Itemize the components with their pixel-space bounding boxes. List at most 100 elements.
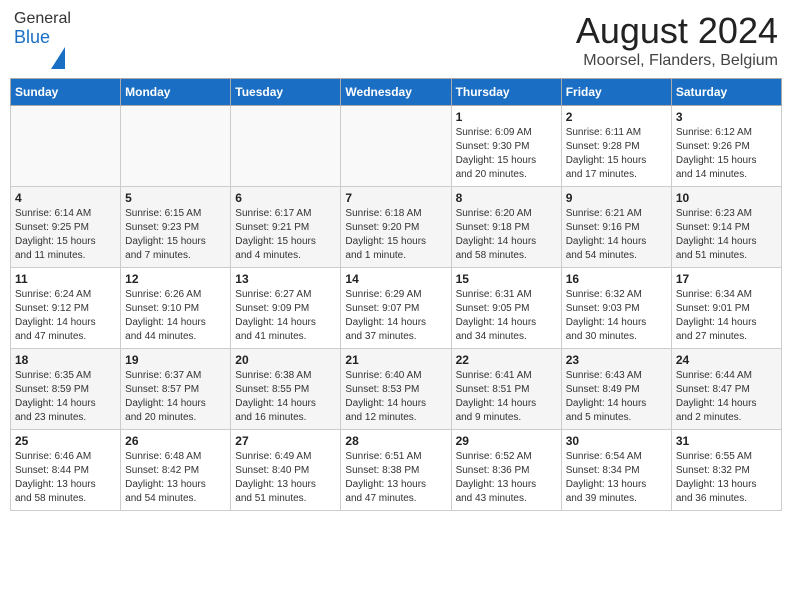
- calendar-cell: 4 Sunrise: 6:14 AM Sunset: 9:25 PM Daylig…: [11, 187, 121, 268]
- calendar-cell: 28Sunrise: 6:51 AM Sunset: 8:38 PM Dayli…: [341, 430, 451, 511]
- day-number: 22: [456, 353, 557, 367]
- day-detail: Sunrise: 6:14 AM Sunset: 9:25 PM Dayligh…: [15, 207, 116, 263]
- day-detail: Sunrise: 6:37 AM Sunset: 8:57 PM Dayligh…: [125, 369, 226, 425]
- day-detail: Sunrise: 6:35 AM Sunset: 8:59 PM Dayligh…: [15, 369, 116, 425]
- day-detail: Sunrise: 6:17 AM Sunset: 9:21 PM Dayligh…: [235, 207, 336, 263]
- day-number: 2: [566, 110, 667, 124]
- calendar-table: SundayMondayTuesdayWednesdayThursdayFrid…: [10, 78, 782, 511]
- calendar-cell: 26 Sunrise: 6:48 AM Sunset: 8:42 PM Dayli…: [121, 430, 231, 511]
- day-number: 10: [676, 191, 777, 205]
- calendar-body: 1 Sunrise: 6:09 AM Sunset: 9:30 PM Daylig…: [11, 106, 782, 511]
- calendar-cell: 20 Sunrise: 6:38 AM Sunset: 8:55 PM Dayli…: [231, 349, 341, 430]
- calendar-cell: 25Sunrise: 6:46 AM Sunset: 8:44 PM Dayli…: [11, 430, 121, 511]
- day-detail: Sunrise: 6:15 AM Sunset: 9:23 PM Dayligh…: [125, 207, 226, 263]
- day-header-monday: Monday: [121, 79, 231, 106]
- day-header-tuesday: Tuesday: [231, 79, 341, 106]
- page-header: General Blue August 2024 Moorsel, Flande…: [10, 10, 782, 70]
- day-detail: Sunrise: 6:38 AM Sunset: 8:55 PM Dayligh…: [235, 369, 336, 425]
- calendar-cell: 13Sunrise: 6:27 AM Sunset: 9:09 PM Dayli…: [231, 268, 341, 349]
- day-detail: Sunrise: 6:44 AM Sunset: 8:47 PM Dayligh…: [676, 369, 777, 425]
- day-header-sunday: Sunday: [11, 79, 121, 106]
- day-detail: Sunrise: 6:31 AM Sunset: 9:05 PM Dayligh…: [456, 288, 557, 344]
- day-detail: Sunrise: 6:29 AM Sunset: 9:07 PM Dayligh…: [345, 288, 446, 344]
- title-block: August 2024 Moorsel, Flanders, Belgium: [576, 10, 778, 70]
- day-number: 5: [125, 191, 226, 205]
- main-title: August 2024: [576, 10, 778, 52]
- day-number: 4: [15, 191, 116, 205]
- day-detail: Sunrise: 6:46 AM Sunset: 8:44 PM Dayligh…: [15, 450, 116, 506]
- calendar-cell: 24Sunrise: 6:44 AM Sunset: 8:47 PM Dayli…: [671, 349, 781, 430]
- day-number: 13: [235, 272, 336, 286]
- week-row-4: 18 Sunrise: 6:35 AM Sunset: 8:59 PM Dayli…: [11, 349, 782, 430]
- day-number: 19: [125, 353, 226, 367]
- day-number: 20: [235, 353, 336, 367]
- day-detail: Sunrise: 6:11 AM Sunset: 9:28 PM Dayligh…: [566, 126, 667, 182]
- day-detail: Sunrise: 6:54 AM Sunset: 8:34 PM Dayligh…: [566, 450, 667, 506]
- calendar-cell: 31Sunrise: 6:55 AM Sunset: 8:32 PM Dayli…: [671, 430, 781, 511]
- calendar-cell: [11, 106, 121, 187]
- day-detail: Sunrise: 6:48 AM Sunset: 8:42 PM Dayligh…: [125, 450, 226, 506]
- day-detail: Sunrise: 6:43 AM Sunset: 8:49 PM Dayligh…: [566, 369, 667, 425]
- calendar-cell: 19 Sunrise: 6:37 AM Sunset: 8:57 PM Dayli…: [121, 349, 231, 430]
- calendar-cell: 14Sunrise: 6:29 AM Sunset: 9:07 PM Dayli…: [341, 268, 451, 349]
- day-number: 3: [676, 110, 777, 124]
- calendar-cell: 11Sunrise: 6:24 AM Sunset: 9:12 PM Dayli…: [11, 268, 121, 349]
- calendar-cell: 9Sunrise: 6:21 AM Sunset: 9:16 PM Daylig…: [561, 187, 671, 268]
- calendar-cell: 30 Sunrise: 6:54 AM Sunset: 8:34 PM Dayli…: [561, 430, 671, 511]
- day-detail: Sunrise: 6:24 AM Sunset: 9:12 PM Dayligh…: [15, 288, 116, 344]
- day-header-friday: Friday: [561, 79, 671, 106]
- day-number: 17: [676, 272, 777, 286]
- day-number: 30: [566, 434, 667, 448]
- day-header-thursday: Thursday: [451, 79, 561, 106]
- calendar-cell: 15 Sunrise: 6:31 AM Sunset: 9:05 PM Dayli…: [451, 268, 561, 349]
- day-number: 18: [15, 353, 116, 367]
- calendar-cell: 6 Sunrise: 6:17 AM Sunset: 9:21 PM Daylig…: [231, 187, 341, 268]
- day-detail: Sunrise: 6:20 AM Sunset: 9:18 PM Dayligh…: [456, 207, 557, 263]
- day-number: 15: [456, 272, 557, 286]
- day-number: 16: [566, 272, 667, 286]
- day-detail: Sunrise: 6:34 AM Sunset: 9:01 PM Dayligh…: [676, 288, 777, 344]
- logo-line1: General: [14, 10, 71, 28]
- calendar-cell: 23 Sunrise: 6:43 AM Sunset: 8:49 PM Dayli…: [561, 349, 671, 430]
- day-detail: Sunrise: 6:18 AM Sunset: 9:20 PM Dayligh…: [345, 207, 446, 263]
- header-row: SundayMondayTuesdayWednesdayThursdayFrid…: [11, 79, 782, 106]
- calendar-cell: 12Sunrise: 6:26 AM Sunset: 9:10 PM Dayli…: [121, 268, 231, 349]
- day-detail: Sunrise: 6:55 AM Sunset: 8:32 PM Dayligh…: [676, 450, 777, 506]
- calendar-cell: [231, 106, 341, 187]
- day-detail: Sunrise: 6:09 AM Sunset: 9:30 PM Dayligh…: [456, 126, 557, 182]
- week-row-3: 11Sunrise: 6:24 AM Sunset: 9:12 PM Dayli…: [11, 268, 782, 349]
- calendar-cell: 22 Sunrise: 6:41 AM Sunset: 8:51 PM Dayli…: [451, 349, 561, 430]
- calendar-cell: 16 Sunrise: 6:32 AM Sunset: 9:03 PM Dayli…: [561, 268, 671, 349]
- calendar-cell: [121, 106, 231, 187]
- day-detail: Sunrise: 6:51 AM Sunset: 8:38 PM Dayligh…: [345, 450, 446, 506]
- day-detail: Sunrise: 6:23 AM Sunset: 9:14 PM Dayligh…: [676, 207, 777, 263]
- day-number: 9: [566, 191, 667, 205]
- day-number: 23: [566, 353, 667, 367]
- day-detail: Sunrise: 6:52 AM Sunset: 8:36 PM Dayligh…: [456, 450, 557, 506]
- calendar-cell: 18 Sunrise: 6:35 AM Sunset: 8:59 PM Dayli…: [11, 349, 121, 430]
- day-detail: Sunrise: 6:49 AM Sunset: 8:40 PM Dayligh…: [235, 450, 336, 506]
- logo-text: General Blue: [14, 10, 71, 47]
- day-number: 8: [456, 191, 557, 205]
- calendar-cell: 17 Sunrise: 6:34 AM Sunset: 9:01 PM Dayli…: [671, 268, 781, 349]
- day-number: 26: [125, 434, 226, 448]
- calendar-cell: 10 Sunrise: 6:23 AM Sunset: 9:14 PM Dayli…: [671, 187, 781, 268]
- day-number: 21: [345, 353, 446, 367]
- calendar-cell: 3 Sunrise: 6:12 AM Sunset: 9:26 PM Daylig…: [671, 106, 781, 187]
- calendar-cell: 27 Sunrise: 6:49 AM Sunset: 8:40 PM Dayli…: [231, 430, 341, 511]
- subtitle: Moorsel, Flanders, Belgium: [576, 52, 778, 70]
- day-detail: Sunrise: 6:32 AM Sunset: 9:03 PM Dayligh…: [566, 288, 667, 344]
- week-row-2: 4 Sunrise: 6:14 AM Sunset: 9:25 PM Daylig…: [11, 187, 782, 268]
- day-number: 1: [456, 110, 557, 124]
- day-detail: Sunrise: 6:12 AM Sunset: 9:26 PM Dayligh…: [676, 126, 777, 182]
- calendar-cell: 7Sunrise: 6:18 AM Sunset: 9:20 PM Daylig…: [341, 187, 451, 268]
- day-number: 6: [235, 191, 336, 205]
- calendar-cell: [341, 106, 451, 187]
- day-header-saturday: Saturday: [671, 79, 781, 106]
- calendar-cell: 21Sunrise: 6:40 AM Sunset: 8:53 PM Dayli…: [341, 349, 451, 430]
- day-detail: Sunrise: 6:41 AM Sunset: 8:51 PM Dayligh…: [456, 369, 557, 425]
- day-number: 27: [235, 434, 336, 448]
- logo-line2: Blue: [14, 28, 71, 48]
- week-row-1: 1 Sunrise: 6:09 AM Sunset: 9:30 PM Daylig…: [11, 106, 782, 187]
- logo: General Blue: [14, 10, 71, 47]
